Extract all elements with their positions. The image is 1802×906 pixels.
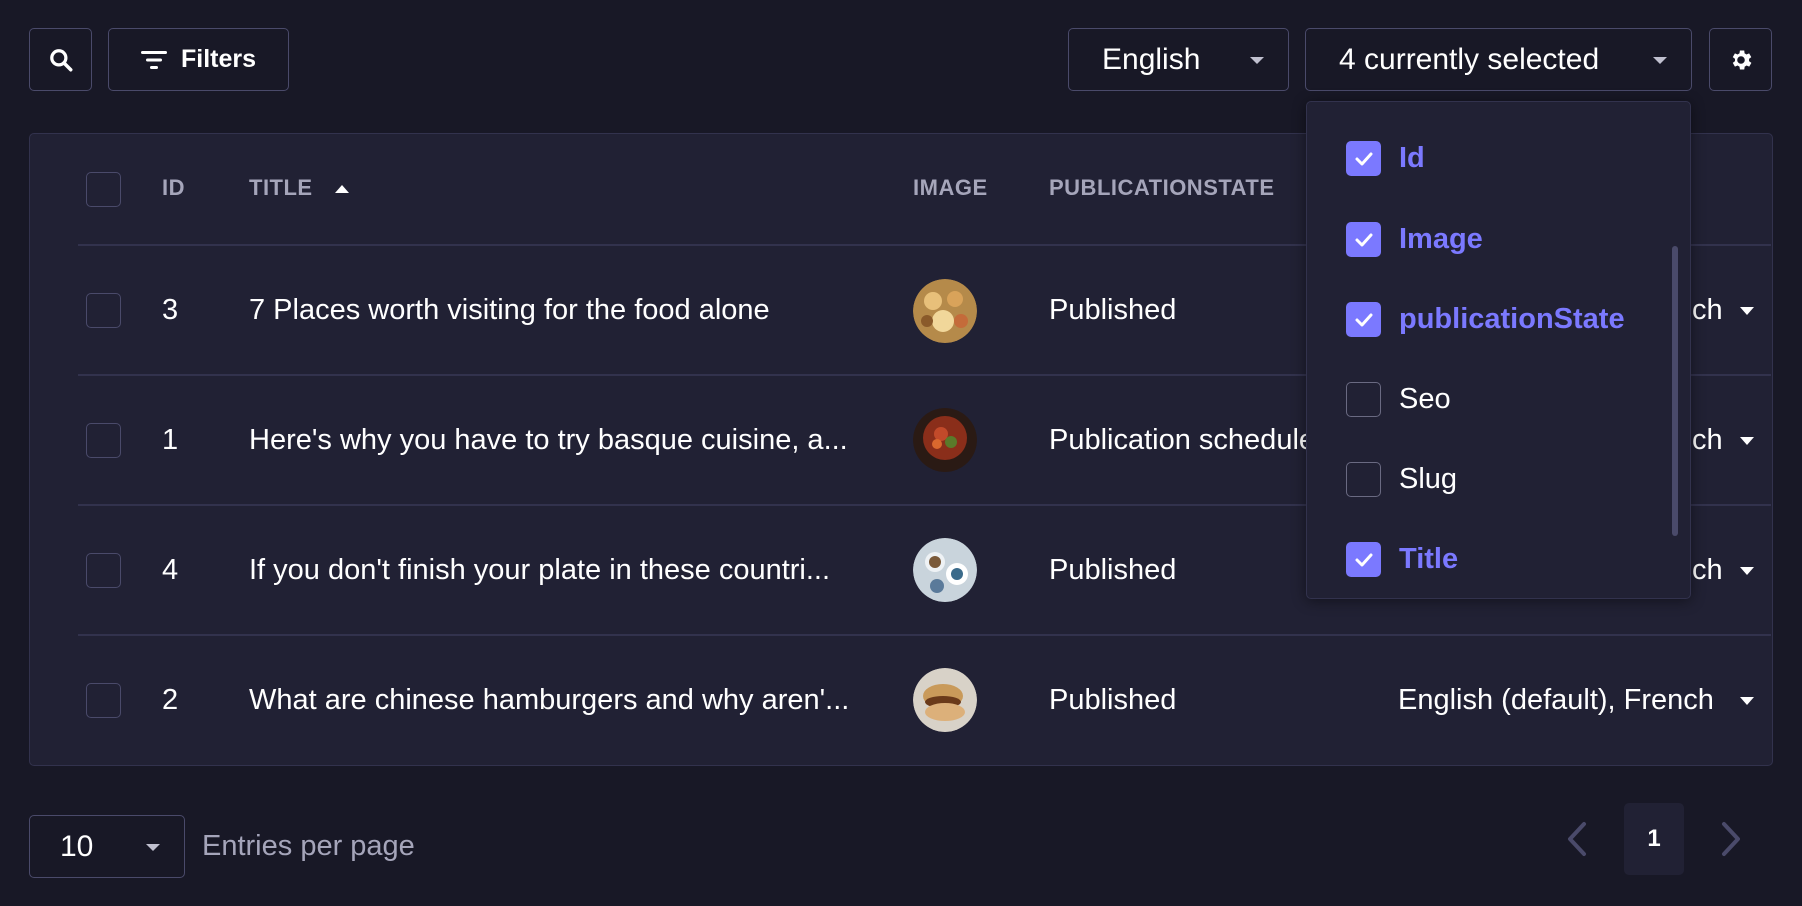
filters-label: Filters bbox=[180, 45, 257, 73]
row-title: What are chinese hamburgers and why aren… bbox=[249, 684, 850, 716]
locale-select[interactable]: English bbox=[1068, 28, 1289, 91]
row-publication-state: Published bbox=[1049, 684, 1177, 716]
search-button[interactable] bbox=[29, 28, 92, 91]
check-icon bbox=[1355, 553, 1372, 566]
column-option-id[interactable]: Id bbox=[1346, 141, 1425, 176]
row-title: Here's why you have to try basque cuisin… bbox=[249, 424, 848, 456]
next-page-button[interactable] bbox=[1716, 818, 1746, 860]
check-icon bbox=[1355, 233, 1372, 246]
column-option-label: Seo bbox=[1399, 383, 1451, 415]
column-option-label: Id bbox=[1399, 142, 1425, 174]
row-publication-state: Publication schedule bbox=[1049, 424, 1316, 456]
row-title: If you don't finish your plate in these … bbox=[249, 554, 831, 586]
page-size-value: 10 bbox=[60, 829, 94, 863]
chevron-down-icon[interactable] bbox=[1740, 697, 1754, 705]
previous-page-button[interactable] bbox=[1562, 818, 1592, 860]
column-option-slug[interactable]: Slug bbox=[1346, 462, 1457, 497]
chevron-down-icon[interactable] bbox=[1740, 567, 1754, 575]
checkbox-checked[interactable] bbox=[1346, 302, 1381, 337]
thumbnail-image bbox=[913, 668, 977, 732]
settings-button[interactable] bbox=[1709, 28, 1772, 91]
check-icon bbox=[1355, 313, 1372, 326]
columns-select-value: 4 currently selected bbox=[1339, 42, 1600, 76]
column-option-publication-state[interactable]: publicationState bbox=[1346, 302, 1625, 337]
row-locales: ch bbox=[1692, 294, 1723, 326]
header-publication-state[interactable]: PUBLICATIONSTATE bbox=[1049, 175, 1275, 201]
column-option-title[interactable]: Title bbox=[1346, 542, 1458, 577]
select-all-checkbox[interactable] bbox=[86, 172, 121, 207]
column-option-seo[interactable]: Seo bbox=[1346, 382, 1451, 417]
dropdown-scrollbar[interactable] bbox=[1672, 246, 1678, 536]
chevron-right-icon bbox=[1722, 822, 1740, 856]
checkbox-checked[interactable] bbox=[1346, 542, 1381, 577]
row-publication-state: Published bbox=[1049, 294, 1177, 326]
check-icon bbox=[1355, 152, 1372, 165]
chevron-down-icon[interactable] bbox=[1740, 307, 1754, 315]
row-checkbox[interactable] bbox=[86, 553, 121, 588]
header-id[interactable]: ID bbox=[162, 175, 185, 201]
row-id: 4 bbox=[162, 554, 179, 586]
column-option-label: Slug bbox=[1399, 463, 1458, 495]
checkbox-unchecked[interactable] bbox=[1346, 462, 1381, 497]
row-locales: ch bbox=[1692, 424, 1723, 456]
filters-button[interactable]: Filters bbox=[108, 28, 289, 91]
checkbox-checked[interactable] bbox=[1346, 222, 1381, 257]
column-option-image[interactable]: Image bbox=[1346, 222, 1483, 257]
row-locales: English (default), French bbox=[1398, 684, 1714, 716]
chevron-left-icon bbox=[1568, 822, 1586, 856]
search-icon bbox=[49, 48, 72, 71]
chevron-down-icon bbox=[1250, 57, 1264, 64]
row-checkbox[interactable] bbox=[86, 293, 121, 328]
header-image[interactable]: IMAGE bbox=[913, 175, 988, 201]
row-publication-state: Published bbox=[1049, 554, 1177, 586]
locale-select-value: English bbox=[1102, 42, 1201, 76]
column-option-label: publicationState bbox=[1399, 303, 1625, 335]
page-1-button[interactable]: 1 bbox=[1624, 803, 1684, 875]
header-title[interactable]: TITLE bbox=[249, 175, 313, 201]
row-locales: ch bbox=[1692, 554, 1723, 586]
row-title: 7 Places worth visiting for the food alo… bbox=[249, 294, 770, 326]
checkbox-unchecked[interactable] bbox=[1346, 382, 1381, 417]
column-option-label: Title bbox=[1399, 543, 1459, 575]
chevron-down-icon bbox=[146, 844, 160, 851]
row-id: 1 bbox=[162, 424, 179, 456]
row-id: 2 bbox=[162, 684, 179, 716]
checkbox-checked[interactable] bbox=[1346, 141, 1381, 176]
entries-per-page-label: Entries per page bbox=[202, 830, 415, 862]
row-divider bbox=[78, 634, 1771, 636]
row-id: 3 bbox=[162, 294, 179, 326]
thumbnail-image bbox=[913, 538, 977, 602]
sort-ascending-icon[interactable] bbox=[335, 185, 349, 193]
thumbnail-image bbox=[913, 279, 977, 343]
gear-icon bbox=[1732, 49, 1751, 70]
row-checkbox[interactable] bbox=[86, 423, 121, 458]
row-checkbox[interactable] bbox=[86, 683, 121, 718]
chevron-down-icon[interactable] bbox=[1740, 437, 1754, 445]
chevron-down-icon bbox=[1653, 57, 1667, 64]
filter-icon bbox=[140, 50, 167, 69]
column-option-label: Image bbox=[1399, 223, 1483, 255]
thumbnail-image bbox=[913, 408, 977, 472]
page-size-select[interactable]: 10 bbox=[29, 815, 185, 878]
columns-select[interactable]: 4 currently selected bbox=[1305, 28, 1692, 91]
